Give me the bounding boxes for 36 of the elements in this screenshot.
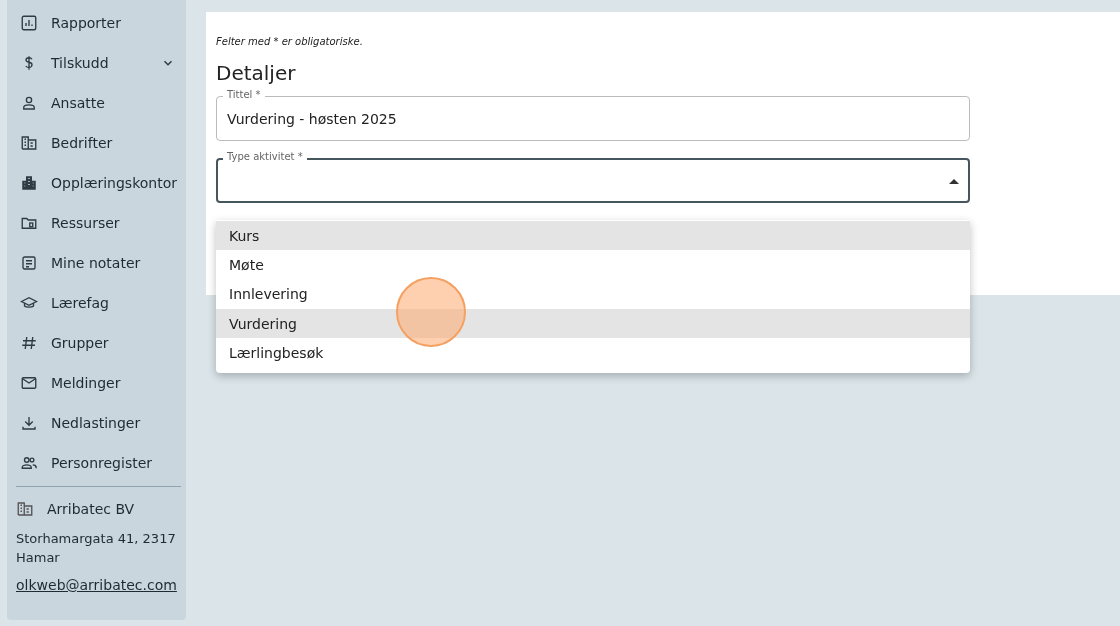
sidebar-item[interactable]: Nedlastinger — [16, 403, 181, 443]
sidebar-item[interactable]: Grupper — [16, 323, 181, 363]
sidebar-item[interactable]: Ressurser — [16, 203, 181, 243]
dropdown-option[interactable]: Vurdering — [216, 308, 970, 339]
input-field[interactable]: Tittel * Vurdering - høsten 2025 — [216, 89, 970, 141]
sidebar-item[interactable]: Lærefag — [16, 283, 181, 323]
apartment-icon — [20, 174, 38, 192]
sidebar-item[interactable]: Opplæringskontor — [16, 163, 181, 203]
sidebar-item[interactable]: Meldinger — [16, 363, 181, 403]
select-field[interactable]: Type aktivitet * — [216, 151, 970, 203]
building-icon — [16, 500, 34, 518]
sidebar-item[interactable]: Ansatte — [16, 83, 181, 123]
sidebar-item[interactable]: Bedrifter — [16, 123, 181, 163]
field-label: Tittel * — [223, 89, 265, 101]
dropdown-option[interactable]: Møte — [216, 250, 970, 280]
section-heading: Detaljer — [216, 61, 297, 85]
sidebar-item[interactable]: Mine notater — [16, 243, 181, 283]
company-address: Storhamargata 41, 2317 Hamar — [16, 530, 177, 567]
download-icon — [20, 414, 38, 432]
chart-icon — [20, 14, 38, 32]
company-name: Arribatec BV — [47, 501, 135, 517]
mail-icon — [20, 374, 38, 392]
field-label: Type aktivitet * — [223, 151, 307, 163]
sidebar-item[interactable]: Tilskudd — [16, 43, 181, 83]
building-icon — [20, 134, 38, 152]
required-fields-note: Felter med * er obligatoriske. — [216, 36, 364, 47]
person-icon — [20, 94, 38, 112]
email-link[interactable]: olkweb@arribatec.com — [16, 577, 177, 593]
note-icon — [20, 254, 38, 272]
dropdown-option[interactable]: Kurs — [216, 221, 970, 251]
sidebar-item[interactable]: Rapporter — [16, 3, 181, 43]
sidebar-item[interactable]: Personregister — [16, 443, 181, 483]
dropdown-option[interactable]: Innlevering — [216, 279, 970, 309]
people-icon — [20, 454, 38, 472]
dropdown-option[interactable]: Lærlingbesøk — [216, 338, 970, 368]
hashtag-icon — [20, 334, 38, 352]
